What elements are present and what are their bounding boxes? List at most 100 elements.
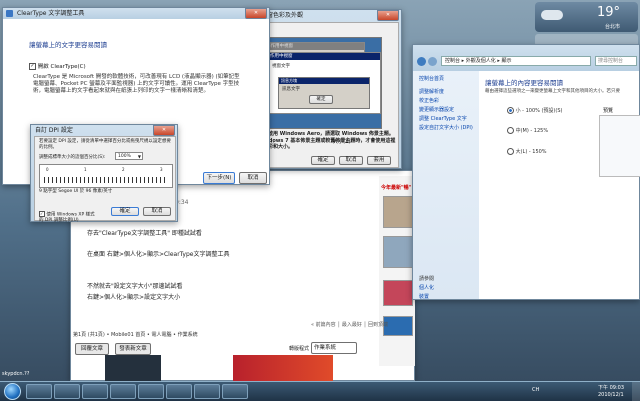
size-option-medium[interactable]: 中(M) - 125% — [507, 127, 548, 134]
reply-button[interactable]: 回覆文章 — [75, 343, 109, 355]
cp-sidebar: 控制台首頁 調整解析度 校正色彩 變更顯示器設定 調整 ClearType 文字… — [413, 71, 479, 300]
banner-ad-2[interactable] — [105, 355, 161, 381]
display-cancel-button[interactable]: 取消 — [339, 156, 363, 165]
taskbar: CH 下午 09:03 2010/12/1 — [0, 381, 640, 401]
dpi-titlebar[interactable]: 自訂 DPI 設定 ✕ — [31, 125, 177, 136]
back-arrow-icon[interactable] — [417, 57, 426, 66]
see-also-devices[interactable]: 裝置 — [419, 293, 429, 300]
sidebar-link-cleartype[interactable]: 調整 ClearType 文字 — [419, 115, 467, 122]
xp-dpi-checkbox[interactable]: ✓ — [39, 211, 45, 217]
msg-text: 訊息文字 — [282, 87, 300, 92]
ruler-tick-2: 2 — [122, 167, 125, 172]
control-panel-window[interactable]: 控制台 ▸ 外觀及個人化 ▸ 顯示 搜尋控制台 控制台首頁 調整解析度 校正色彩… — [412, 44, 640, 300]
side-ad-title: 今年最新"暢" — [381, 185, 412, 191]
ruler-scale — [44, 177, 168, 183]
option-small-label: 小 - 100% (預設)(S) — [515, 108, 563, 114]
forward-arrow-icon[interactable] — [428, 57, 437, 66]
show-desktop-button[interactable] — [632, 382, 640, 401]
new-post-button[interactable]: 發表新文章 — [115, 343, 151, 355]
display-ok-button[interactable]: 確定 — [311, 156, 335, 165]
cleartype-app-icon — [6, 10, 13, 17]
post-line-1: 存去"ClearType文字調整工具" 即種試試看 — [87, 230, 202, 237]
search-input[interactable]: 搜尋控制台 — [595, 56, 637, 66]
msg-ok-button[interactable]: 確定 — [309, 95, 333, 104]
taskbar-explorer-icon[interactable] — [54, 384, 80, 399]
active-title: 作用中視窗 — [268, 53, 380, 60]
radio-large[interactable] — [507, 148, 514, 155]
display-apply-button[interactable]: 套用 — [367, 156, 391, 165]
size-option-small[interactable]: 小 - 100% (預設)(S) — [507, 107, 562, 114]
post-line-3: 不然就去"設定文字大小"那邊試試看 — [87, 283, 183, 290]
taskbar-app8-icon[interactable] — [222, 384, 248, 399]
size-option-large[interactable]: 大(L) - 150% — [507, 148, 547, 155]
scale-value: 100% — [118, 154, 131, 159]
taskbar-app6-icon[interactable] — [166, 384, 192, 399]
ad-thumb-2 — [383, 236, 413, 268]
ruler-tick-3: 3 — [160, 167, 163, 172]
xp-dpi-checkbox-row[interactable]: ✓ 使用 Windows XP 樣式的 DPI 調整比例(U) — [39, 211, 99, 223]
close-icon[interactable]: ✕ — [377, 10, 399, 21]
scale-select[interactable]: 100% ▼ — [115, 152, 143, 160]
sidebar-link-dpi[interactable]: 設定自訂文字大小 (DPI) — [419, 124, 473, 131]
close-icon[interactable]: ✕ — [245, 8, 267, 19]
chevron-down-icon[interactable]: ▼ — [138, 153, 141, 160]
dpi-cancel-button[interactable]: 取消 — [143, 207, 171, 216]
browser-sidebar-ad: 今年最新"暢" — [379, 176, 415, 366]
taskbar-app7-icon[interactable] — [194, 384, 220, 399]
display-props-body: 非作用中視窗 作用中視窗 視窗文字 訊息方塊 訊息文字 確定 若要啟用 Wind… — [251, 22, 399, 168]
forum-breadcrumb[interactable]: 第1頁 (共1頁) • Mobile01 首頁 • 電人電腦 • 作業系統 — [73, 331, 198, 338]
cleartype-body: ClearType 是 Microsoft 開發的軟體技術，可改善現有 LCD … — [33, 74, 240, 94]
language-indicator[interactable]: CH — [532, 387, 539, 393]
taskbar-media-icon[interactable] — [82, 384, 108, 399]
dpi-desc: 若要設定 DPI 設定，請從清單中選擇百分比或拖曳尺規以設定想要的比例。 — [39, 139, 171, 150]
post-nav-links[interactable]: « 前篇內容 │ 最入最好 │ 回到頂端 — [311, 321, 388, 328]
dpi-body: 若要設定 DPI 設定，請從清單中選擇百分比或拖曳尺規以設定想要的比例。 調整成… — [34, 136, 176, 223]
display-props-titlebar[interactable]: 視窗色彩及外觀 ✕ — [247, 10, 401, 21]
breadcrumb-1[interactable]: 控制台 — [445, 58, 460, 64]
cleartype-titlebar[interactable]: ClearType 文字調整工具 ✕ — [3, 8, 269, 19]
option-medium-label: 中(M) - 125% — [515, 128, 549, 134]
cleartype-title: ClearType 文字調整工具 — [17, 10, 85, 17]
active-window-preview: 作用中視窗 視窗文字 訊息方塊 訊息文字 確定 — [267, 52, 381, 114]
cleartype-checkbox-label: 開啟 ClearType(C) — [37, 64, 86, 70]
taskbar-chrome-icon[interactable] — [110, 384, 136, 399]
banner-ad[interactable] — [233, 355, 333, 381]
dpi-ruler[interactable]: 0 1 2 3 — [39, 164, 173, 188]
weather-temp: 19° — [597, 5, 621, 20]
next-button[interactable]: 下一步(N) — [203, 172, 235, 184]
sidebar-link-resolution[interactable]: 調整解析度 — [419, 88, 444, 95]
cp-heading: 讓螢幕上的內容更容易閱讀 — [485, 79, 563, 87]
ad-thumb-3 — [383, 280, 413, 306]
sample-text: 9 點字型 Segoe UI 於 96 像素/英寸 — [39, 189, 113, 194]
jump-select[interactable]: 作業系統 — [311, 342, 357, 354]
radio-small[interactable] — [507, 107, 514, 114]
start-button[interactable] — [4, 383, 21, 400]
clock-time[interactable]: 下午 09:03 — [598, 384, 624, 391]
taskbar-app5-icon[interactable] — [138, 384, 164, 399]
breadcrumb-3[interactable]: 顯示 — [501, 58, 511, 64]
sidebar-link-color[interactable]: 校正色彩 — [419, 97, 439, 104]
custom-dpi-dialog[interactable]: 自訂 DPI 設定 ✕ 若要設定 DPI 設定，請從清單中選擇百分比或拖曳尺規以… — [30, 124, 178, 223]
dpi-title: 自訂 DPI 設定 — [35, 127, 73, 134]
sidebar-link-home[interactable]: 控制台首頁 — [419, 75, 444, 82]
preview-label: 預覽 — [603, 108, 614, 114]
desktop-label: skypdcn.?? — [2, 371, 30, 377]
breadcrumb[interactable]: 控制台 ▸ 外觀及個人化 ▸ 顯示 — [441, 56, 591, 66]
preview-area: 非作用中視窗 作用中視窗 視窗文字 訊息方塊 訊息文字 確定 — [258, 37, 382, 129]
clock-date[interactable]: 2010/12/1 — [598, 392, 624, 398]
see-also-personalize[interactable]: 個人化 — [419, 284, 434, 291]
close-icon[interactable]: ✕ — [153, 125, 175, 136]
breadcrumb-2[interactable]: 外觀及個人化 — [466, 58, 496, 64]
taskbar-ie-icon[interactable] — [26, 384, 52, 399]
dpi-ok-button[interactable]: 確定 — [111, 207, 139, 216]
cloud-icon — [541, 10, 563, 20]
weather-gadget[interactable]: 19° 台北市 — [535, 2, 638, 32]
address-bar-area: 控制台 ▸ 外觀及個人化 ▸ 顯示 搜尋控制台 — [413, 45, 639, 71]
radio-medium[interactable] — [507, 127, 514, 134]
preview-box — [599, 115, 640, 177]
cleartype-checkbox[interactable]: ✓ — [29, 63, 36, 70]
sidebar-link-monitor[interactable]: 變更顯示器設定 — [419, 106, 454, 113]
cancel-button[interactable]: 取消 — [239, 172, 267, 184]
ruler-tick-1: 1 — [84, 167, 87, 172]
cleartype-checkbox-row[interactable]: ✓ 開啟 ClearType(C) — [29, 62, 86, 70]
